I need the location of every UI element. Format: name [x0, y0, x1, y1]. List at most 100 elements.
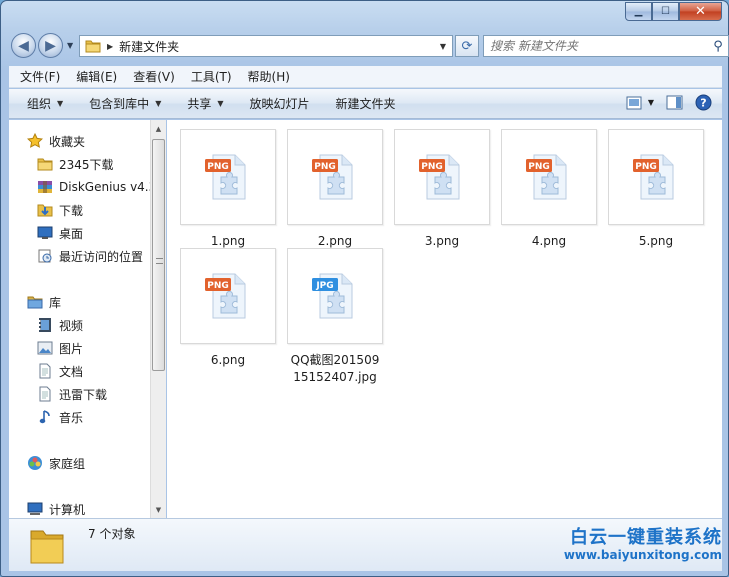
scroll-thumb[interactable]: [152, 139, 165, 371]
address-history-dropdown[interactable]: ▼: [440, 42, 446, 51]
file-type-badge: PNG: [207, 281, 229, 291]
recent-pages-dropdown[interactable]: ▼: [67, 41, 73, 50]
close-button[interactable]: ✕: [679, 2, 722, 21]
breadcrumb-current[interactable]: 新建文件夹: [119, 38, 179, 55]
organize-button[interactable]: 组织 ▼: [19, 95, 71, 112]
sidebar-item-label: 收藏夹: [49, 134, 86, 149]
file-name[interactable]: 3.png: [392, 233, 492, 250]
help-button[interactable]: ?: [695, 94, 712, 111]
sidebar-item-desktop[interactable]: 桌面: [37, 222, 83, 244]
menu-bar: 文件(F) 编辑(E) 查看(V) 工具(T) 帮助(H): [9, 66, 722, 88]
file-item[interactable]: PNG 6.png: [178, 248, 278, 369]
computer-icon: [27, 501, 43, 517]
sidebar-item-documents[interactable]: 文档: [37, 360, 83, 382]
sidebar-favorites-header[interactable]: 收藏夹: [27, 130, 85, 152]
menu-tools[interactable]: 工具(T): [186, 68, 237, 85]
sidebar-item-music[interactable]: 音乐: [37, 406, 83, 428]
sidebar-item-label: 家庭组: [49, 456, 86, 471]
file-name[interactable]: 5.png: [606, 233, 706, 250]
sidebar-libraries-header[interactable]: 库: [27, 291, 61, 313]
navigation-pane: 收藏夹 2345下载 DiskGenius v4.3 下载 桌面 最近访问的位置…: [9, 120, 166, 518]
minimize-button[interactable]: ▁: [625, 2, 652, 21]
maximize-button[interactable]: ☐: [652, 2, 679, 21]
video-icon: [37, 317, 53, 333]
search-icon[interactable]: ⚲: [708, 39, 728, 54]
scroll-down-arrow-icon[interactable]: ▼: [151, 501, 166, 518]
file-name[interactable]: 4.png: [499, 233, 599, 250]
back-arrow-icon: ◀: [18, 37, 29, 54]
sidebar-item-label: 下载: [59, 203, 84, 218]
file-list: PNG 1.png PNG 2.png PNG 3.png PNG 4.png …: [167, 120, 722, 518]
sidebar-item-label: 库: [49, 295, 62, 310]
help-icon: ?: [695, 94, 712, 111]
file-item[interactable]: PNG 5.png: [606, 129, 706, 250]
address-bar[interactable]: ▶ 新建文件夹 ▼: [79, 35, 453, 57]
item-count: 7 个对象: [88, 527, 136, 541]
archive-icon: [37, 179, 53, 195]
file-item[interactable]: PNG 4.png: [499, 129, 599, 250]
file-item[interactable]: PNG 2.png: [285, 129, 385, 250]
organize-label: 组织: [27, 97, 52, 111]
change-view-button[interactable]: ▼: [626, 96, 654, 110]
svg-text:?: ?: [700, 97, 706, 110]
file-name[interactable]: QQ截图20150915152407.jpg: [287, 352, 383, 386]
slideshow-button[interactable]: 放映幻灯片: [242, 95, 318, 112]
share-button[interactable]: 共享 ▼: [179, 95, 231, 112]
documents-icon: [37, 363, 53, 379]
png-file-icon: PNG: [394, 129, 490, 225]
download-folder-icon: [37, 202, 53, 218]
library-icon: [27, 294, 43, 310]
sidebar-item-recent-places[interactable]: 最近访问的位置: [37, 245, 143, 267]
file-type-badge: PNG: [207, 162, 229, 172]
scroll-up-arrow-icon[interactable]: ▲: [151, 120, 166, 137]
sidebar-item-thunder-download[interactable]: 迅雷下载: [37, 383, 107, 405]
sidebar-item-pictures[interactable]: 图片: [37, 337, 83, 359]
navigation-scrollbar[interactable]: ▲ ▼: [150, 120, 166, 518]
refresh-button[interactable]: ⟳: [455, 35, 479, 57]
new-folder-label: 新建文件夹: [335, 97, 396, 111]
view-icon: [626, 96, 642, 109]
sidebar-item-diskgenius[interactable]: DiskGenius v4.3: [37, 176, 156, 198]
dropdown-arrow-icon: ▼: [155, 99, 162, 108]
view-dropdown-arrow-icon[interactable]: ▼: [648, 98, 654, 107]
sidebar-item-2345-download[interactable]: 2345下载: [37, 153, 114, 175]
sidebar-item-downloads[interactable]: 下载: [37, 199, 83, 221]
sidebar-item-label: 桌面: [59, 226, 84, 241]
menu-edit[interactable]: 编辑(E): [71, 68, 122, 85]
sidebar-item-videos[interactable]: 视频: [37, 314, 83, 336]
new-folder-button[interactable]: 新建文件夹: [328, 95, 404, 112]
file-type-badge: PNG: [314, 162, 336, 172]
watermark: 白云一键重装系统 www.baiyunxitong.com: [564, 523, 722, 562]
search-input[interactable]: [490, 39, 708, 53]
sidebar-homegroup[interactable]: 家庭组: [27, 452, 85, 474]
preview-pane-button[interactable]: [666, 95, 683, 110]
file-item[interactable]: JPG QQ截图20150915152407.jpg: [285, 248, 385, 386]
search-box[interactable]: ⚲: [483, 35, 729, 57]
file-name[interactable]: 6.png: [178, 352, 278, 369]
forward-button[interactable]: ▶: [38, 33, 63, 58]
menu-help[interactable]: 帮助(H): [243, 68, 295, 85]
jpg-file-icon: JPG: [287, 248, 383, 344]
png-file-icon: PNG: [180, 248, 276, 344]
sidebar-computer[interactable]: 计算机: [27, 498, 85, 518]
file-item[interactable]: PNG 1.png: [178, 129, 278, 250]
back-button[interactable]: ◀: [11, 33, 36, 58]
file-type-badge: JPG: [315, 281, 333, 291]
recent-places-icon: [37, 248, 53, 264]
breadcrumb-arrow-icon[interactable]: ▶: [107, 42, 113, 51]
maximize-icon: ☐: [661, 6, 670, 17]
file-type-badge: PNG: [528, 162, 550, 172]
file-item[interactable]: PNG 3.png: [392, 129, 492, 250]
include-in-library-button[interactable]: 包含到库中 ▼: [81, 95, 169, 112]
dropdown-arrow-icon: ▼: [57, 99, 64, 108]
png-file-icon: PNG: [180, 129, 276, 225]
png-file-icon: PNG: [501, 129, 597, 225]
homegroup-icon: [27, 455, 43, 471]
dropdown-arrow-icon: ▼: [217, 99, 224, 108]
close-icon: ✕: [695, 4, 706, 19]
sidebar-item-label: 音乐: [59, 410, 84, 425]
menu-view[interactable]: 查看(V): [128, 68, 180, 85]
pictures-icon: [37, 340, 53, 356]
desktop-icon: [37, 225, 53, 241]
menu-file[interactable]: 文件(F): [15, 68, 65, 85]
